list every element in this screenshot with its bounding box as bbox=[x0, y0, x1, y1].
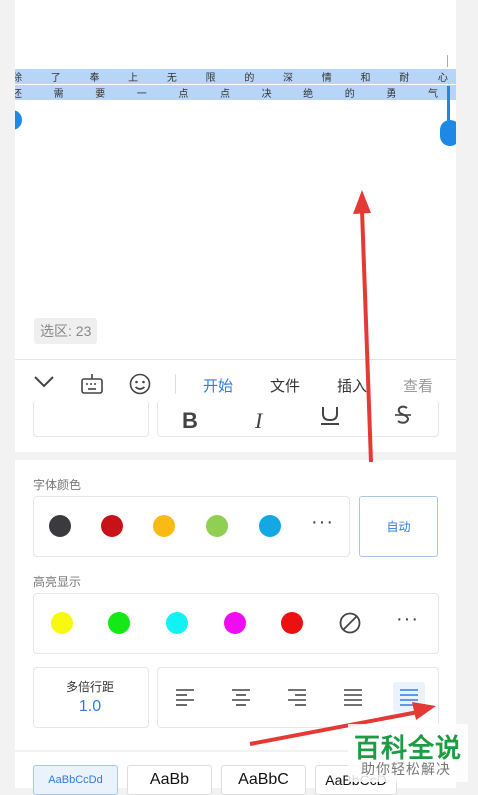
annotation-arrows bbox=[249, 190, 436, 746]
annotation-arrow-up-head bbox=[353, 190, 371, 214]
annotation-arrow-right-head bbox=[412, 702, 436, 720]
watermark-logo: 百科全说 助你轻松解决 bbox=[348, 724, 468, 782]
annotation-arrow-up-shaft bbox=[360, 209, 373, 463]
watermark-subtitle: 助你轻松解决 bbox=[361, 761, 451, 777]
